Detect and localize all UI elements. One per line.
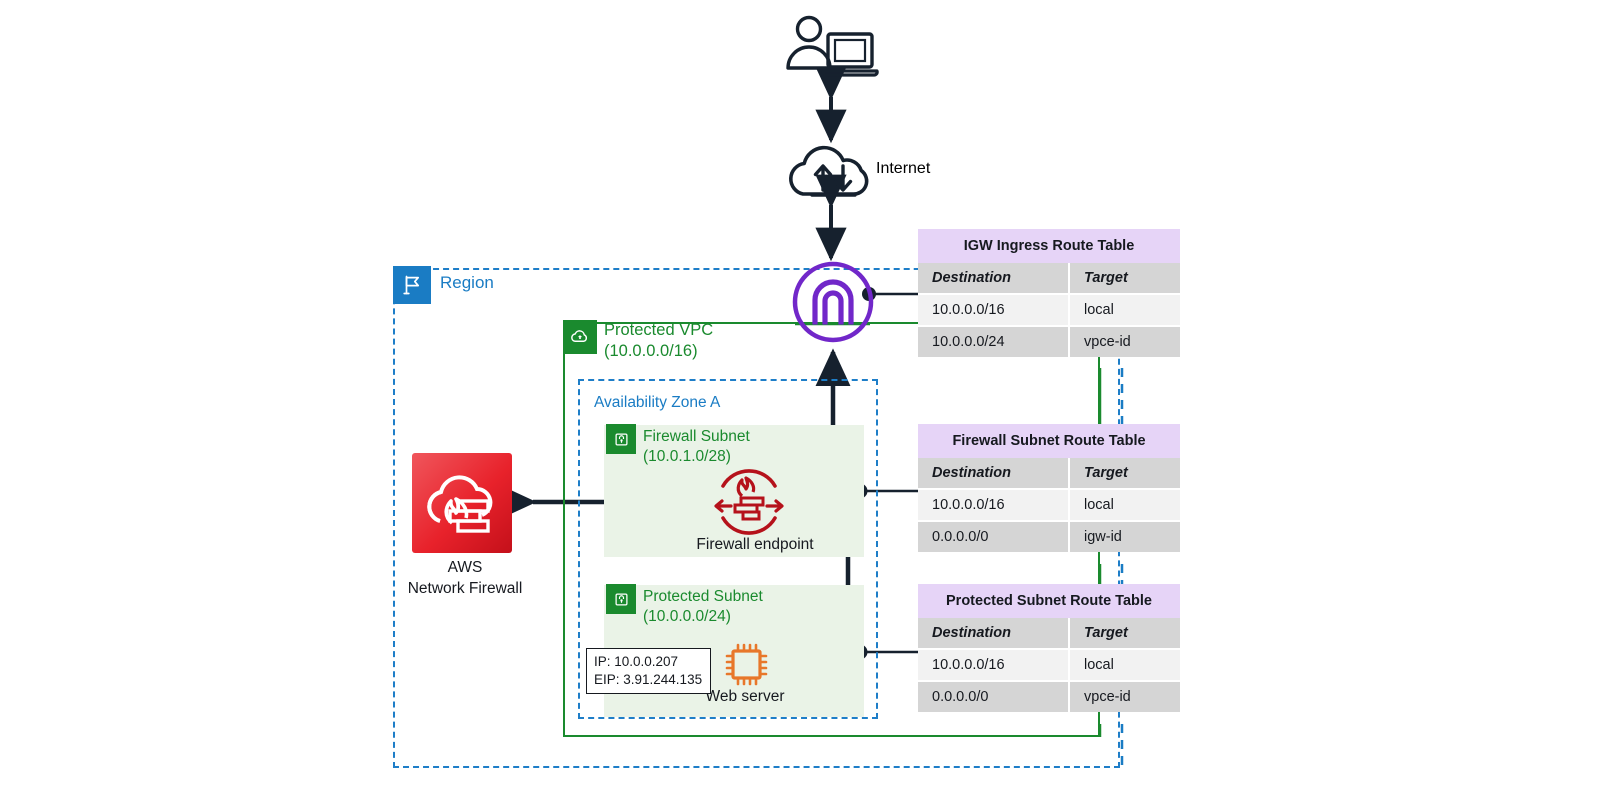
firewall-subnet-label: Firewall Subnet (10.0.1.0/28) <box>643 427 750 467</box>
availability-zone-label: Availability Zone A <box>594 394 721 411</box>
cell-target: vpce-id <box>1070 327 1180 357</box>
route-table-title: IGW Ingress Route Table <box>918 229 1180 263</box>
cloud-internet-icon <box>783 138 881 211</box>
cell-destination: 10.0.0.0/24 <box>918 327 1070 357</box>
cell-destination: 10.0.0.0/16 <box>918 295 1070 327</box>
table-row: 10.0.0.0/24 vpce-id <box>918 327 1180 357</box>
route-table-title: Protected Subnet Route Table <box>918 584 1180 618</box>
user-laptop-icon <box>780 12 885 97</box>
cell-target: local <box>1070 295 1180 327</box>
table-row: 10.0.0.0/16 local <box>918 650 1180 682</box>
route-table-title: Firewall Subnet Route Table <box>918 424 1180 458</box>
table-row: 10.0.0.0/16 local <box>918 490 1180 522</box>
cell-target: vpce-id <box>1070 682 1180 712</box>
region-flag-icon <box>393 266 431 304</box>
vpc-name: Protected VPC <box>604 321 714 339</box>
column-header-target: Target <box>1070 618 1180 650</box>
column-header-destination: Destination <box>918 618 1070 650</box>
internet-gateway-icon <box>789 258 877 351</box>
igw-ingress-route-table: IGW Ingress Route Table Destination Targ… <box>918 229 1180 357</box>
web-server-ip-callout: IP: 10.0.0.207 EIP: 3.91.244.135 <box>586 648 711 694</box>
table-row: 10.0.0.0/16 local <box>918 295 1180 327</box>
vpc-label: Protected VPC (10.0.0.0/16) <box>604 320 713 362</box>
table-row: 0.0.0.0/0 vpce-id <box>918 682 1180 712</box>
protected-subnet-name: Protected Subnet <box>643 588 763 605</box>
firewall-endpoint-label: Firewall endpoint <box>696 536 814 553</box>
firewall-subnet-name: Firewall Subnet <box>643 428 750 445</box>
vpc-cloud-icon <box>563 320 597 354</box>
cell-destination: 0.0.0.0/0 <box>918 522 1070 552</box>
diagram-canvas: Region Protected VPC (10.0.0.0/16) Avail… <box>0 0 1600 800</box>
cell-destination: 10.0.0.0/16 <box>918 650 1070 682</box>
route-table-header-row: Destination Target <box>918 618 1180 650</box>
column-header-destination: Destination <box>918 263 1070 295</box>
firewall-subnet-route-table: Firewall Subnet Route Table Destination … <box>918 424 1180 552</box>
web-server-ip: IP: 10.0.0.207 <box>594 654 679 669</box>
column-header-target: Target <box>1070 458 1180 490</box>
lock-icon <box>606 584 636 614</box>
anf-label-line2: Network Firewall <box>407 580 523 597</box>
internet-label: Internet <box>876 160 931 177</box>
region-label: Region <box>440 273 494 292</box>
aws-network-firewall-label: AWS Network Firewall <box>380 557 550 599</box>
protected-subnet-cidr: (10.0.0.0/24) <box>643 608 731 625</box>
lock-icon <box>606 424 636 454</box>
anf-label-line1: AWS <box>447 559 483 576</box>
vpc-cidr: (10.0.0.0/16) <box>604 342 698 360</box>
ec2-chip-icon <box>723 641 770 693</box>
firewall-endpoint-icon <box>711 464 787 545</box>
cell-destination: 0.0.0.0/0 <box>918 682 1070 712</box>
cell-target: igw-id <box>1070 522 1180 552</box>
web-server-eip: EIP: 3.91.244.135 <box>594 672 703 687</box>
column-header-target: Target <box>1070 263 1180 295</box>
aws-network-firewall-icon <box>412 453 512 558</box>
route-table-header-row: Destination Target <box>918 263 1180 295</box>
route-table-header-row: Destination Target <box>918 458 1180 490</box>
protected-subnet-label: Protected Subnet (10.0.0.0/24) <box>643 587 763 627</box>
table-row: 0.0.0.0/0 igw-id <box>918 522 1180 552</box>
cell-destination: 10.0.0.0/16 <box>918 490 1070 522</box>
protected-subnet-route-table: Protected Subnet Route Table Destination… <box>918 584 1180 712</box>
cell-target: local <box>1070 650 1180 682</box>
cell-target: local <box>1070 490 1180 522</box>
column-header-destination: Destination <box>918 458 1070 490</box>
